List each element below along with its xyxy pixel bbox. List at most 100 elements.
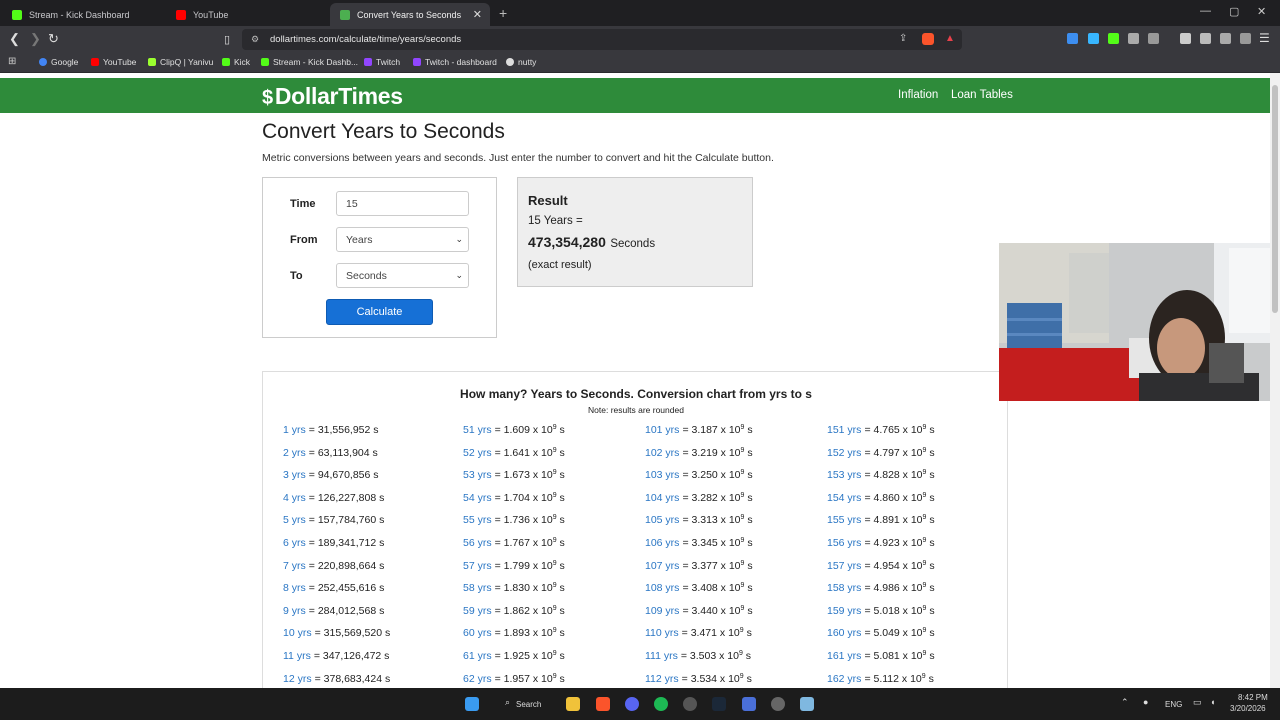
chart-years-link[interactable]: 61 yrs (463, 650, 492, 662)
clock-time[interactable]: 8:42 PM (1238, 693, 1268, 702)
chart-years-link[interactable]: 12 yrs (283, 673, 312, 685)
back-icon[interactable]: ❮ (9, 31, 20, 47)
steam-icon[interactable] (712, 697, 726, 711)
chart-years-link[interactable]: 155 yrs (827, 514, 861, 526)
tab-kick-dashboard[interactable]: Stream - Kick Dashboard (2, 3, 166, 26)
microphone-icon[interactable]: ● (1143, 697, 1148, 707)
notepad-icon[interactable] (800, 697, 814, 711)
brave-icon[interactable] (596, 697, 610, 711)
chart-years-link[interactable]: 60 yrs (463, 627, 492, 639)
bookmark-twitch[interactable]: Twitch (364, 57, 400, 67)
chart-years-link[interactable]: 58 yrs (463, 582, 492, 594)
obs-icon[interactable] (771, 697, 785, 711)
chart-years-link[interactable]: 102 yrs (645, 447, 679, 459)
bookmark-kick[interactable]: Kick (222, 57, 250, 67)
bookmark-twitch-dashboard[interactable]: Twitch - dashboard (413, 57, 497, 67)
scrollbar-thumb[interactable] (1272, 85, 1278, 313)
reload-icon[interactable]: ↻ (48, 31, 59, 47)
chart-years-link[interactable]: 62 yrs (463, 673, 492, 685)
chart-years-link[interactable]: 57 yrs (463, 560, 492, 572)
clock-date[interactable]: 3/20/2026 (1230, 704, 1266, 713)
chart-years-link[interactable]: 51 yrs (463, 424, 492, 436)
chart-years-link[interactable]: 110 yrs (645, 627, 679, 639)
chart-years-link[interactable]: 3 yrs (283, 469, 306, 481)
chart-years-link[interactable]: 162 yrs (827, 673, 861, 685)
chart-years-link[interactable]: 157 yrs (827, 560, 861, 572)
chart-years-link[interactable]: 154 yrs (827, 492, 861, 504)
chart-years-link[interactable]: 152 yrs (827, 447, 861, 459)
chart-years-link[interactable]: 54 yrs (463, 492, 492, 504)
time-input[interactable]: 15 (336, 191, 469, 216)
restore-icon[interactable]: ▢ (1229, 5, 1239, 18)
chart-years-link[interactable]: 161 yrs (827, 650, 861, 662)
chart-years-link[interactable]: 2 yrs (283, 447, 306, 459)
search-icon[interactable]: ⌕ (505, 697, 510, 708)
chart-years-link[interactable]: 107 yrs (645, 560, 679, 572)
share-icon[interactable]: ⇪ (899, 33, 907, 44)
chart-years-link[interactable]: 112 yrs (645, 673, 679, 685)
chart-years-link[interactable]: 59 yrs (463, 605, 492, 617)
chart-years-link[interactable]: 108 yrs (645, 582, 679, 594)
bookmark-icon[interactable]: ▯ (224, 33, 230, 46)
vpn-icon[interactable] (1240, 33, 1251, 44)
translate-icon[interactable] (1088, 33, 1099, 44)
sidebar-icon[interactable] (1180, 33, 1191, 44)
forward-icon[interactable]: ❯ (30, 31, 41, 47)
bookmark-google[interactable]: Google (39, 57, 78, 67)
chart-years-link[interactable]: 105 yrs (645, 514, 679, 526)
chart-years-link[interactable]: 9 yrs (283, 605, 306, 617)
bookmark-clipq[interactable]: ClipQ | Yanivu (148, 57, 213, 67)
chart-years-link[interactable]: 10 yrs (283, 627, 312, 639)
chart-years-link[interactable]: 101 yrs (645, 424, 679, 436)
chart-years-link[interactable]: 151 yrs (827, 424, 861, 436)
puzzle-icon[interactable] (1128, 33, 1139, 44)
app-icon[interactable] (683, 697, 697, 711)
taskbar-search-label[interactable]: Search (516, 700, 541, 709)
to-select[interactable]: Seconds ⌄ (336, 263, 469, 288)
new-tab-icon[interactable]: + (499, 5, 507, 21)
brave-rewards-icon[interactable]: ▲ (945, 33, 955, 44)
chart-years-link[interactable]: 6 yrs (283, 537, 306, 549)
wallet-icon[interactable] (1200, 33, 1211, 44)
extension-icon[interactable] (1067, 33, 1078, 44)
media-icon[interactable] (1148, 33, 1159, 44)
chart-years-link[interactable]: 56 yrs (463, 537, 492, 549)
tab-youtube[interactable]: YouTube (166, 3, 330, 26)
chart-years-link[interactable]: 4 yrs (283, 492, 306, 504)
close-tab-icon[interactable]: ✕ (473, 8, 482, 21)
site-logo[interactable]: $DollarTimes (262, 83, 403, 110)
minimize-icon[interactable]: — (1200, 5, 1211, 17)
discord-icon[interactable] (625, 697, 639, 711)
chart-years-link[interactable]: 55 yrs (463, 514, 492, 526)
chart-years-link[interactable]: 53 yrs (463, 469, 492, 481)
site-info-icon[interactable]: ⚙ (251, 34, 259, 45)
vscode-icon[interactable] (742, 697, 756, 711)
start-icon[interactable] (465, 697, 479, 711)
chart-years-link[interactable]: 158 yrs (827, 582, 861, 594)
chart-years-link[interactable]: 111 yrs (645, 650, 678, 662)
chart-years-link[interactable]: 156 yrs (827, 537, 861, 549)
chart-years-link[interactable]: 11 yrs (283, 650, 311, 662)
close-window-icon[interactable]: ✕ (1257, 5, 1266, 18)
chart-years-link[interactable]: 1 yrs (283, 424, 306, 436)
nav-loan-tables[interactable]: Loan Tables (951, 89, 1013, 101)
tab-convert-years[interactable]: Convert Years to Seconds ✕ (330, 3, 490, 26)
file-explorer-icon[interactable] (566, 697, 580, 711)
chart-years-link[interactable]: 7 yrs (283, 560, 306, 572)
chart-years-link[interactable]: 52 yrs (463, 447, 492, 459)
bookmark-youtube[interactable]: YouTube (91, 57, 136, 67)
bookmark-kick-dashboard[interactable]: Stream - Kick Dashb... (261, 57, 358, 67)
language-indicator[interactable]: ENG (1165, 700, 1182, 709)
menu-icon[interactable]: ☰ (1259, 31, 1270, 45)
apps-icon[interactable]: ⊞ (8, 56, 16, 67)
volume-icon[interactable]: ◖ (1210, 697, 1215, 707)
chart-years-link[interactable]: 106 yrs (645, 537, 679, 549)
address-bar[interactable]: ⚙ dollartimes.com/calculate/time/years/s… (242, 29, 962, 50)
chart-years-link[interactable]: 104 yrs (645, 492, 679, 504)
chart-years-link[interactable]: 8 yrs (283, 582, 306, 594)
chart-years-link[interactable]: 103 yrs (645, 469, 679, 481)
network-icon[interactable]: ▭ (1193, 697, 1202, 708)
calculate-button[interactable]: Calculate (326, 299, 433, 325)
chart-years-link[interactable]: 109 yrs (645, 605, 679, 617)
nav-inflation[interactable]: Inflation (898, 89, 938, 101)
